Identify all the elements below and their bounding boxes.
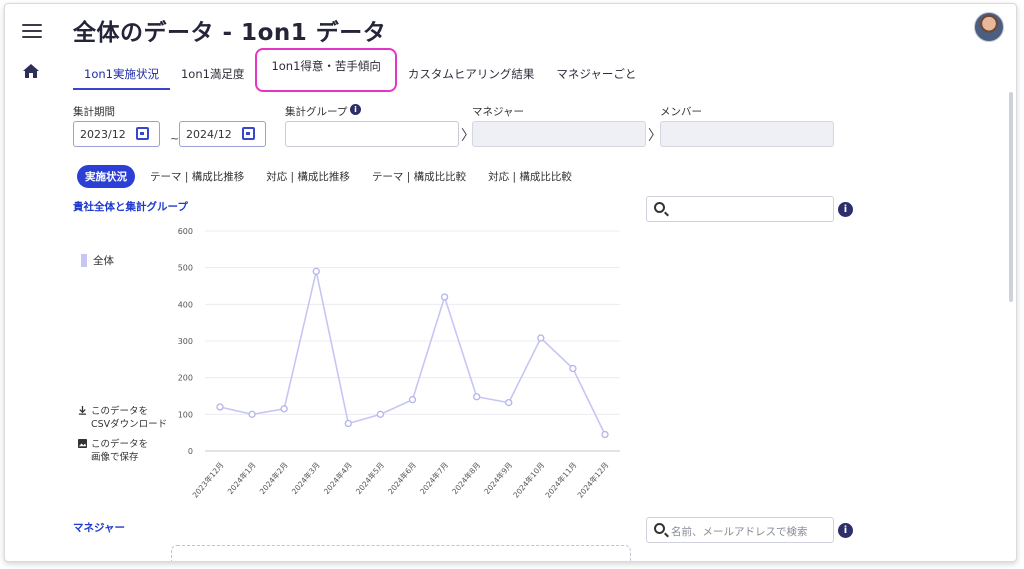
legend-label: 全体 <box>93 255 114 267</box>
manager-search-placeholder: 名前、メールアドレスで検索 <box>671 526 808 538</box>
data-point <box>376 410 385 418</box>
info-icon[interactable]: i <box>838 523 853 538</box>
manager-search-input[interactable]: 名前、メールアドレスで検索 <box>646 517 834 543</box>
img-line1: このデータを <box>91 439 149 450</box>
csv-line1: このデータを <box>91 406 149 417</box>
period-from-field[interactable]: 2023/12 <box>73 121 160 147</box>
y-tick-label: 0 <box>188 447 193 456</box>
manager-select[interactable] <box>472 121 646 147</box>
x-tick-label: 2024年11月 <box>543 460 579 500</box>
x-tick-label: 2024年8月 <box>450 460 483 496</box>
data-point <box>408 396 417 404</box>
section-title-company: 貴社全体と集計グループ <box>73 201 188 213</box>
subtab-theme-compare[interactable]: テーマ | 構成比比較 <box>362 165 476 188</box>
subtab-response-compare[interactable]: 対応 | 構成比比較 <box>478 165 582 188</box>
y-tick-label: 600 <box>178 227 193 236</box>
search-icon <box>654 523 665 534</box>
x-tick-label: 2024年10月 <box>511 460 547 500</box>
period-separator: ~ <box>170 132 180 145</box>
tab-bar: 1on1実施状況 1on1満足度 1on1得意・苦手傾向 カスタムヒアリング結果… <box>73 48 647 92</box>
x-tick-label: 2024年7月 <box>417 460 450 496</box>
csv-download-link[interactable]: このデータを CSVダウンロード <box>78 405 167 431</box>
chart-legend: 全体 <box>81 253 114 268</box>
x-tick-label: 2023年12月 <box>190 460 226 500</box>
info-icon[interactable]: i <box>838 202 853 217</box>
save-image-link[interactable]: このデータを 画像で保存 <box>78 438 148 464</box>
period-to-field[interactable]: 2024/12 <box>179 121 266 147</box>
period-label: 集計期間 <box>73 106 115 118</box>
x-tick-label: 2024年5月 <box>353 460 386 496</box>
group-select[interactable] <box>285 121 459 147</box>
image-icon <box>78 439 87 448</box>
legend-swatch <box>81 254 87 267</box>
data-point <box>312 267 320 275</box>
data-point <box>601 430 609 439</box>
data-point <box>248 410 256 418</box>
data-point <box>440 293 449 301</box>
tab-custom-hearing-results[interactable]: カスタムヒアリング結果 <box>397 56 546 90</box>
data-point <box>537 334 545 342</box>
hamburger-menu-icon[interactable] <box>22 24 42 40</box>
series-line <box>219 271 606 435</box>
subtab-status[interactable]: 実施状況 <box>77 165 135 188</box>
tab-satisfaction[interactable]: 1on1満足度 <box>170 56 255 90</box>
tab-implementation-status[interactable]: 1on1実施状況 <box>73 56 170 90</box>
x-tick-label: 2024年1月 <box>225 460 258 496</box>
app-window: 全体のデータ - 1on1 データ 1on1実施状況 1on1満足度 1on1得… <box>4 3 1017 562</box>
csv-line2: CSVダウンロード <box>91 419 168 430</box>
x-tick-label: 2024年12月 <box>575 460 611 500</box>
img-line2: 画像で保存 <box>91 452 139 463</box>
tab-by-manager[interactable]: マネジャーごと <box>545 56 647 90</box>
section-title-manager: マネジャー <box>73 522 125 534</box>
x-tick-label: 2024年2月 <box>257 460 290 496</box>
page-title: 全体のデータ - 1on1 データ <box>73 20 387 46</box>
chart-subtabs: 実施状況 テーマ | 構成比推移 対応 | 構成比推移 テーマ | 構成比比較 … <box>77 165 584 188</box>
manager-label: マネジャー <box>472 106 524 118</box>
data-point <box>505 398 513 407</box>
y-tick-label: 500 <box>178 264 193 273</box>
x-tick-label: 2024年9月 <box>482 460 515 496</box>
x-tick-label: 2024年3月 <box>289 460 322 496</box>
period-from-value: 2023/12 <box>80 128 126 141</box>
x-tick-label: 2024年4月 <box>321 460 354 496</box>
scrollbar[interactable] <box>1009 92 1013 302</box>
member-label: メンバー <box>660 106 702 118</box>
x-tick-label: 2024年6月 <box>385 460 418 496</box>
calendar-icon[interactable] <box>242 127 255 140</box>
search-icon <box>654 202 665 213</box>
period-to-value: 2024/12 <box>186 128 232 141</box>
download-icon <box>78 406 87 415</box>
y-tick-label: 100 <box>178 410 193 419</box>
data-point <box>280 405 288 413</box>
info-icon[interactable]: i <box>350 104 361 115</box>
group-label: 集計グループ <box>285 106 348 118</box>
y-tick-label: 200 <box>178 374 193 383</box>
data-point <box>344 419 352 428</box>
y-tick-label: 300 <box>178 337 193 346</box>
member-select[interactable] <box>660 121 834 147</box>
manager-list-container <box>171 545 631 561</box>
tab-strengths-weaknesses[interactable]: 1on1得意・苦手傾向 <box>255 48 397 92</box>
y-tick-label: 400 <box>178 300 193 309</box>
line-chart: 0 100 200 300 400 500 600 2023年12月 2024年1月 2024年2… <box>178 227 620 500</box>
data-point <box>216 403 224 411</box>
subtab-response-trend[interactable]: 対応 | 構成比推移 <box>256 165 360 188</box>
user-avatar[interactable] <box>974 12 1004 42</box>
home-icon[interactable] <box>23 64 39 78</box>
data-point <box>473 393 481 401</box>
data-point <box>569 364 577 373</box>
group-search-input[interactable] <box>646 196 834 222</box>
calendar-icon[interactable] <box>136 127 149 140</box>
subtab-theme-trend[interactable]: テーマ | 構成比推移 <box>140 165 254 188</box>
